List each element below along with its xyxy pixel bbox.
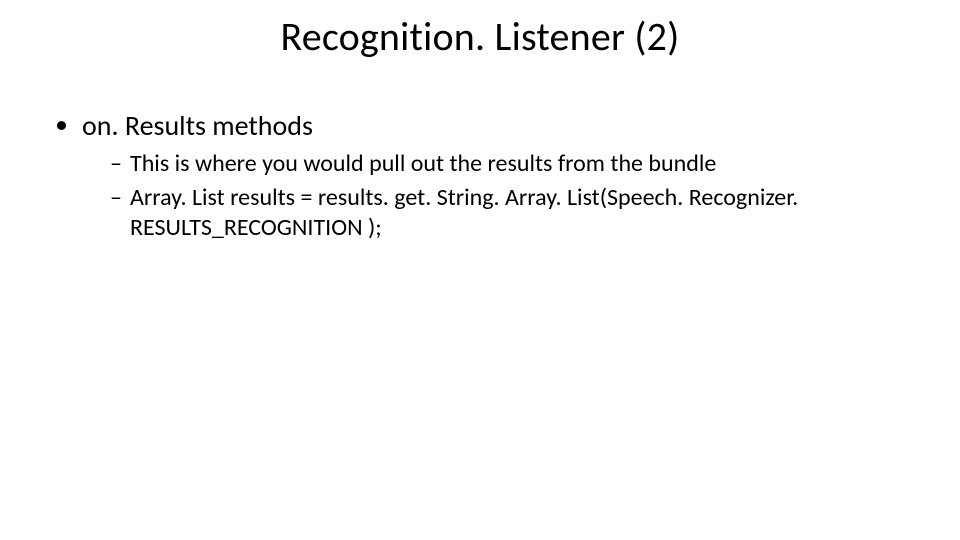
- list-item: Array. List results = results. get. Stri…: [110, 183, 912, 243]
- slide: Recognition. Listener (2) on. Results me…: [0, 0, 960, 540]
- slide-title: Recognition. Listener (2): [0, 12, 960, 61]
- list-item: on. Results methods This is where you wo…: [82, 108, 912, 243]
- bullet-list-level-2: This is where you would pull out the res…: [82, 149, 912, 243]
- slide-body: on. Results methods This is where you wo…: [48, 108, 912, 249]
- bullet-text: This is where you would pull out the res…: [130, 149, 716, 178]
- bullet-text: on. Results methods: [82, 108, 313, 143]
- bullet-list-level-1: on. Results methods This is where you wo…: [48, 108, 912, 243]
- list-item: This is where you would pull out the res…: [110, 149, 912, 179]
- bullet-text: Array. List results = results. get. Stri…: [130, 183, 798, 242]
